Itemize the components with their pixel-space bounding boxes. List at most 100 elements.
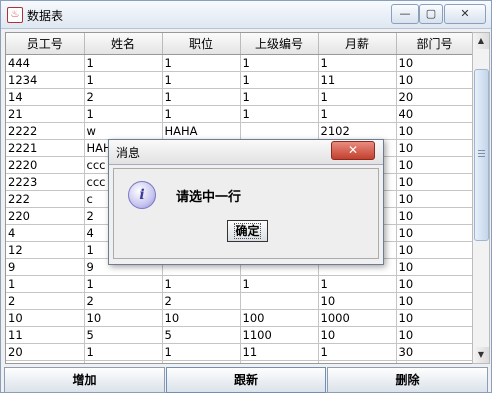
table-row[interactable]: 2 2 2 10 10 [6, 292, 473, 310]
table-cell[interactable]: 5 [84, 326, 163, 344]
close-button[interactable]: ✕ [444, 4, 486, 24]
table-cell[interactable]: 100 [240, 309, 319, 327]
add-button[interactable]: 增加 [4, 367, 165, 393]
table-cell[interactable]: 4 [6, 224, 85, 242]
scroll-down-arrow-icon[interactable]: ▼ [473, 347, 489, 363]
table-cell[interactable]: 1 [84, 275, 163, 293]
table-row[interactable]: 1 1 1 1 1 10 [6, 275, 473, 293]
table-cell[interactable]: 222 [6, 190, 85, 208]
table-cell[interactable]: 10 [396, 207, 473, 225]
table-cell[interactable]: 1 [318, 105, 397, 123]
table-cell[interactable]: 10 [318, 326, 397, 344]
table-cell[interactable]: 1 [240, 105, 319, 123]
column-header[interactable]: 月薪 [318, 33, 397, 55]
table-cell[interactable]: 10 [396, 326, 473, 344]
table-cell[interactable]: 40 [396, 105, 473, 123]
table-row[interactable]: 21 1 1 1 1 40 [6, 105, 473, 123]
table-cell[interactable]: 1 [240, 360, 319, 363]
table-cell[interactable]: 1 [162, 54, 241, 72]
table-cell[interactable]: 12 [6, 241, 85, 259]
table-cell[interactable]: 30 [396, 343, 473, 361]
table-cell[interactable]: 10 [396, 71, 473, 89]
vertical-scrollbar[interactable]: ▲ ▼ [472, 32, 490, 364]
table-cell[interactable]: 11 [6, 326, 85, 344]
refresh-button[interactable]: 跟新 [166, 367, 326, 393]
table-cell[interactable]: 10 [396, 139, 473, 157]
table-cell[interactable]: 10 [396, 292, 473, 310]
table-cell[interactable]: 1 [240, 275, 319, 293]
table-cell[interactable]: HAHA [162, 122, 241, 140]
table-cell[interactable]: 1100 [240, 326, 319, 344]
table-cell[interactable]: 2 [162, 292, 241, 310]
column-header[interactable]: 上级编号 [240, 33, 319, 55]
dialog-title-bar[interactable]: 消息 ✕ [109, 140, 383, 165]
table-cell[interactable]: 2 [6, 292, 85, 310]
table-cell[interactable]: 2220 [6, 156, 85, 174]
table-cell[interactable]: 10 [318, 292, 397, 310]
table-cell[interactable]: 1 [162, 88, 241, 106]
table-row[interactable]: 1234 1 1 1 11 10 [6, 71, 473, 89]
table-row[interactable]: 2222 w HAHA 2102 10 [6, 122, 473, 140]
table-cell[interactable]: 1 [318, 360, 397, 363]
table-row[interactable]: 120111110 [6, 360, 473, 363]
table-cell[interactable]: 1 [240, 88, 319, 106]
table-cell[interactable]: 21 [6, 105, 85, 123]
ok-button[interactable]: 确定 [227, 220, 268, 242]
table-cell[interactable]: 1 [84, 343, 163, 361]
table-cell[interactable]: 2 [84, 88, 163, 106]
table-cell[interactable]: 10 [6, 309, 85, 327]
scroll-thumb[interactable] [474, 69, 489, 241]
table-cell[interactable]: 10 [396, 258, 473, 276]
table-cell[interactable]: 1 [318, 54, 397, 72]
table-cell[interactable]: w [84, 122, 163, 140]
table-cell[interactable]: 2221 [6, 139, 85, 157]
table-cell[interactable]: 14 [6, 88, 85, 106]
table-row[interactable]: 444 1 1 1 1 10 [6, 54, 473, 72]
table-row[interactable]: 10 10 10 100 1000 10 [6, 309, 473, 327]
scroll-up-arrow-icon[interactable]: ▲ [473, 33, 489, 49]
table-cell[interactable]: 1 [162, 343, 241, 361]
table-cell[interactable]: 1 [162, 360, 241, 363]
table-cell[interactable]: 20 [396, 88, 473, 106]
table-cell[interactable]: 1 [318, 275, 397, 293]
table-cell[interactable]: 9 [6, 258, 85, 276]
table-cell[interactable]: 10 [84, 309, 163, 327]
table-cell[interactable]: 1 [162, 105, 241, 123]
table-cell[interactable]: 1 [84, 54, 163, 72]
table-cell[interactable]: 11 [240, 343, 319, 361]
table-cell[interactable]: 10 [396, 275, 473, 293]
table-cell[interactable]: 2222 [6, 122, 85, 140]
table-cell[interactable]: 10 [396, 122, 473, 140]
table-cell[interactable]: 1 [84, 71, 163, 89]
table-cell[interactable]: 2 [84, 292, 163, 310]
table-cell[interactable]: 1 [162, 275, 241, 293]
maximize-button[interactable]: ▢ [419, 4, 443, 24]
table-cell[interactable]: 1 [6, 275, 85, 293]
table-row[interactable]: 20 1 1 11 1 30 [6, 343, 473, 361]
table-cell[interactable]: 11 [318, 71, 397, 89]
table-cell[interactable]: 1 [318, 88, 397, 106]
table-cell[interactable]: 10 [396, 156, 473, 174]
table-cell[interactable]: 1 [84, 360, 163, 363]
column-header[interactable]: 职位 [162, 33, 241, 55]
table-cell[interactable]: 10 [396, 241, 473, 259]
delete-button[interactable]: 删除 [327, 367, 488, 393]
table-cell[interactable]: 1 [162, 71, 241, 89]
table-cell[interactable]: 1 [318, 343, 397, 361]
table-cell[interactable]: 120 [6, 360, 85, 363]
table-cell[interactable]: 1 [240, 54, 319, 72]
table-cell[interactable]: 10 [396, 54, 473, 72]
table-cell[interactable]: 444 [6, 54, 85, 72]
table-cell[interactable]: 1 [84, 105, 163, 123]
title-bar[interactable]: ♨ 数据表 — ▢ ✕ [1, 1, 491, 29]
table-cell[interactable]: 20 [6, 343, 85, 361]
table-row[interactable]: 14 2 1 1 1 20 [6, 88, 473, 106]
column-header[interactable]: 姓名 [84, 33, 163, 55]
table-row[interactable]: 11 5 5 1100 10 10 [6, 326, 473, 344]
table-cell[interactable]: 10 [396, 190, 473, 208]
table-cell[interactable]: 10 [396, 360, 473, 363]
table-cell[interactable]: 10 [396, 309, 473, 327]
table-cell[interactable]: 5 [162, 326, 241, 344]
dialog-close-button[interactable]: ✕ [331, 141, 375, 160]
table-cell[interactable]: 220 [6, 207, 85, 225]
